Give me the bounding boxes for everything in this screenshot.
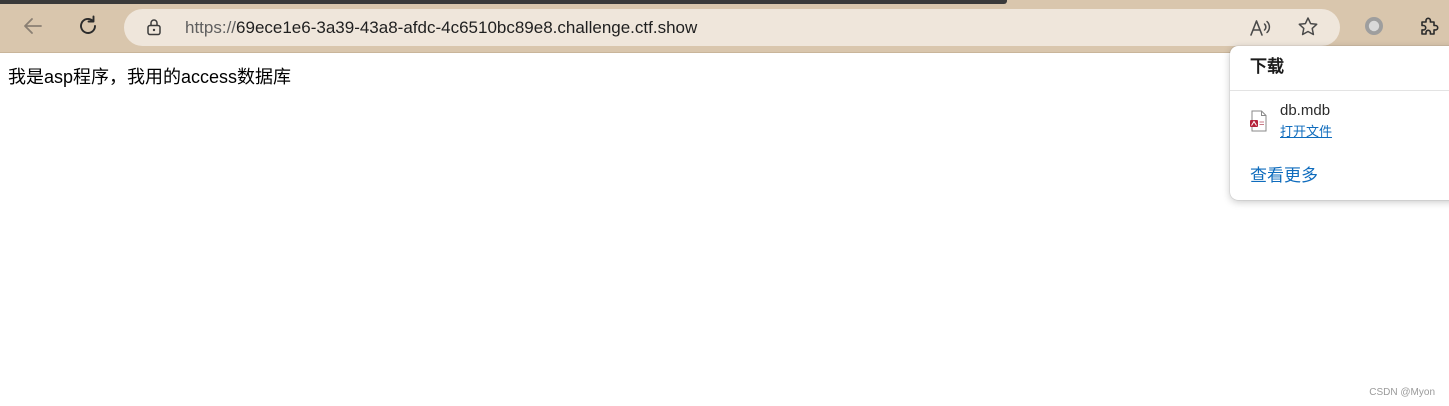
read-aloud-icon[interactable] [1248, 16, 1272, 40]
download-item[interactable]: db.mdb 打开文件 [1230, 98, 1449, 146]
url-text[interactable]: https://69ece1e6-3a39-43a8-afdc-4c6510bc… [185, 9, 697, 46]
profile-icon [1365, 17, 1383, 35]
back-arrow-icon [24, 18, 42, 34]
reload-icon [80, 15, 96, 34]
browser-toolbar: https://69ece1e6-3a39-43a8-afdc-4c6510bc… [0, 0, 1449, 53]
watermark: CSDN @Myon⁠ [1369, 387, 1435, 398]
reload-button[interactable] [70, 8, 106, 44]
extensions-button[interactable] [1411, 8, 1447, 44]
page-body-text: 我是asp程序，我用的access数据库 [8, 67, 292, 87]
open-file-link[interactable]: 打开文件 [1280, 123, 1332, 140]
profile-button[interactable] [1356, 8, 1392, 44]
tab-strip-edge [0, 0, 1007, 4]
address-bar[interactable]: https://69ece1e6-3a39-43a8-afdc-4c6510bc… [124, 9, 1340, 46]
download-file-name: db.mdb [1280, 102, 1331, 119]
star-icon[interactable] [1296, 15, 1320, 39]
see-more-link[interactable]: 查看更多 [1250, 165, 1318, 187]
downloads-panel: 下载 db.mdb 打开文件 查看更多 [1230, 46, 1449, 200]
downloads-title: 下载 [1250, 57, 1284, 76]
puzzle-icon [1421, 17, 1439, 35]
url-scheme: https:// [185, 18, 237, 37]
back-button[interactable] [15, 8, 51, 44]
downloads-divider [1230, 90, 1449, 91]
url-host: 69ece1e6-3a39-43a8-afdc-4c6510bc89e8.cha… [236, 18, 698, 37]
lock-icon[interactable] [144, 17, 164, 37]
file-icon [1250, 110, 1267, 132]
